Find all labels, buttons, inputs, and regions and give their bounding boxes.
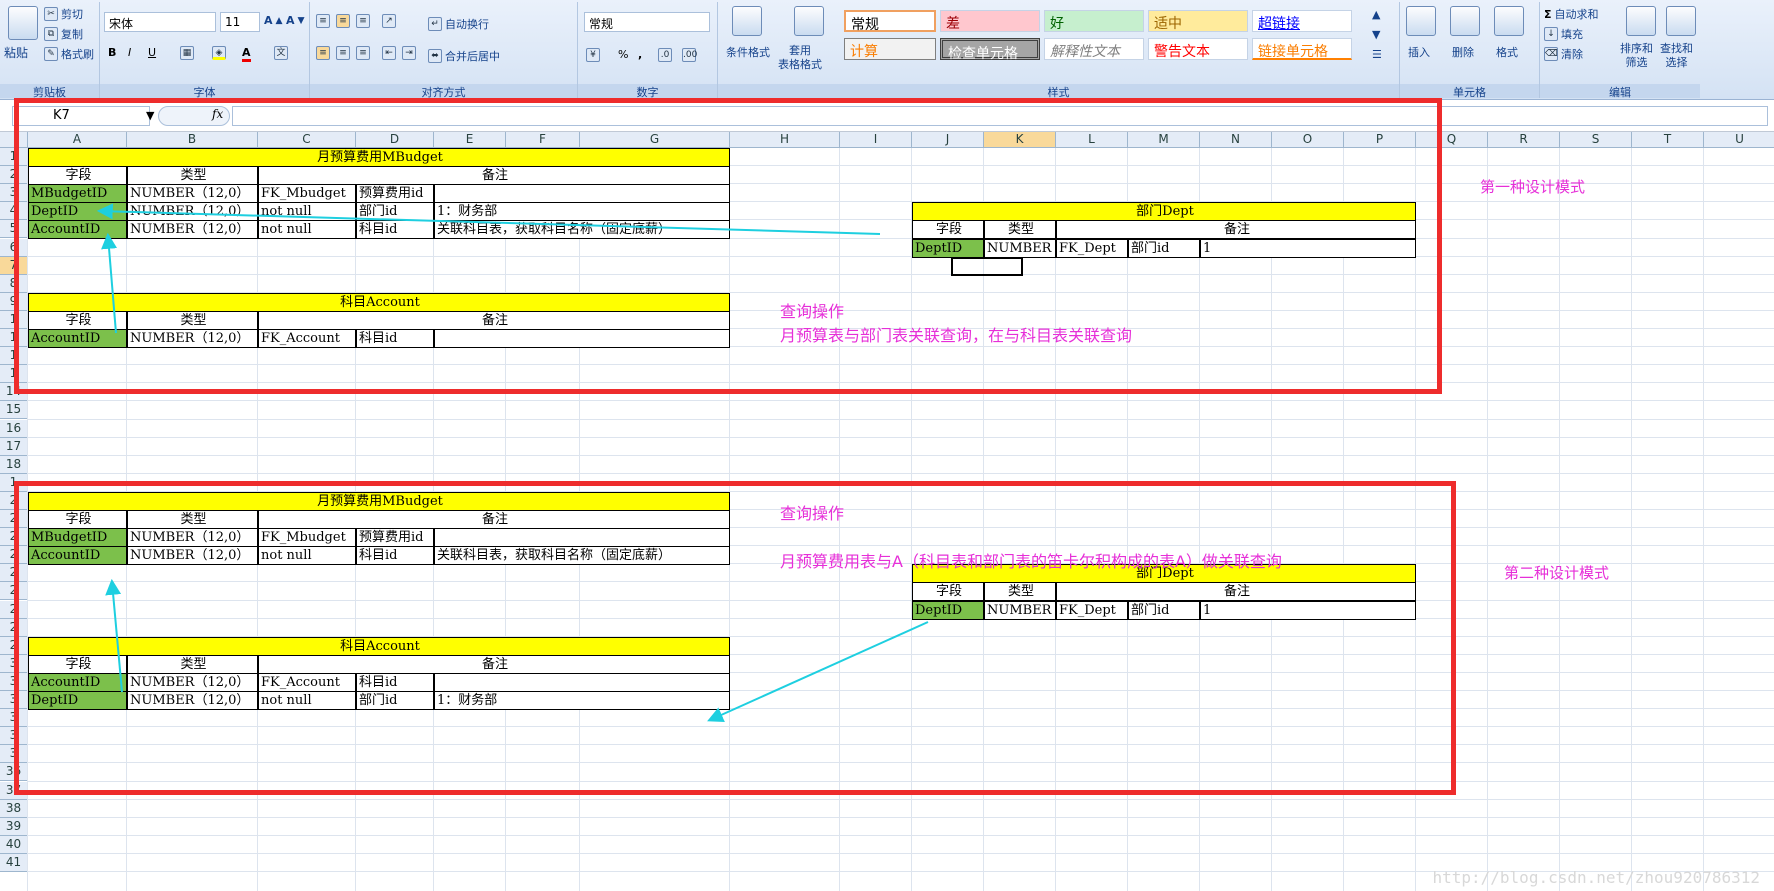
arrow-dept-to-account-2 <box>707 621 929 723</box>
arrow-dept-to-mbudget-1 <box>96 203 881 235</box>
relation-arrows <box>96 203 929 723</box>
watermark: http://blog.csdn.net/zhou920786312 <box>1432 868 1760 887</box>
arrow-account-to-mbudget-1 <box>101 232 118 334</box>
arrow-account-to-mbudget-2 <box>105 578 123 693</box>
